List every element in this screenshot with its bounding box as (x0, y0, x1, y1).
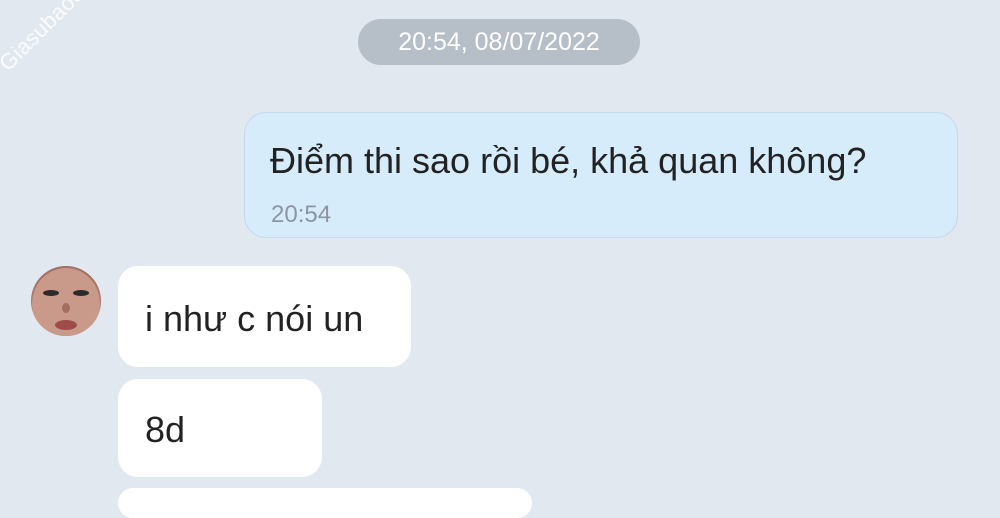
timestamp-pill: 20:54, 08/07/2022 (358, 19, 640, 65)
avatar[interactable] (31, 266, 101, 336)
received-message-text: i như c nói un (145, 298, 364, 339)
sent-message-text: Điểm thi sao rồi bé, khả quan không? (270, 140, 867, 181)
sent-message-bubble[interactable]: Điểm thi sao rồi bé, khả quan không? 20:… (244, 112, 958, 238)
received-message-bubble[interactable]: i như c nói un (118, 266, 411, 367)
received-message-text: 8d (145, 409, 186, 450)
received-message-bubble[interactable] (118, 488, 532, 518)
contact-avatar-icon (32, 268, 100, 336)
sent-message-time: 20:54 (271, 201, 332, 228)
received-message-bubble[interactable]: 8d (118, 379, 322, 477)
watermark: Giasubaochau.net (0, 0, 142, 76)
